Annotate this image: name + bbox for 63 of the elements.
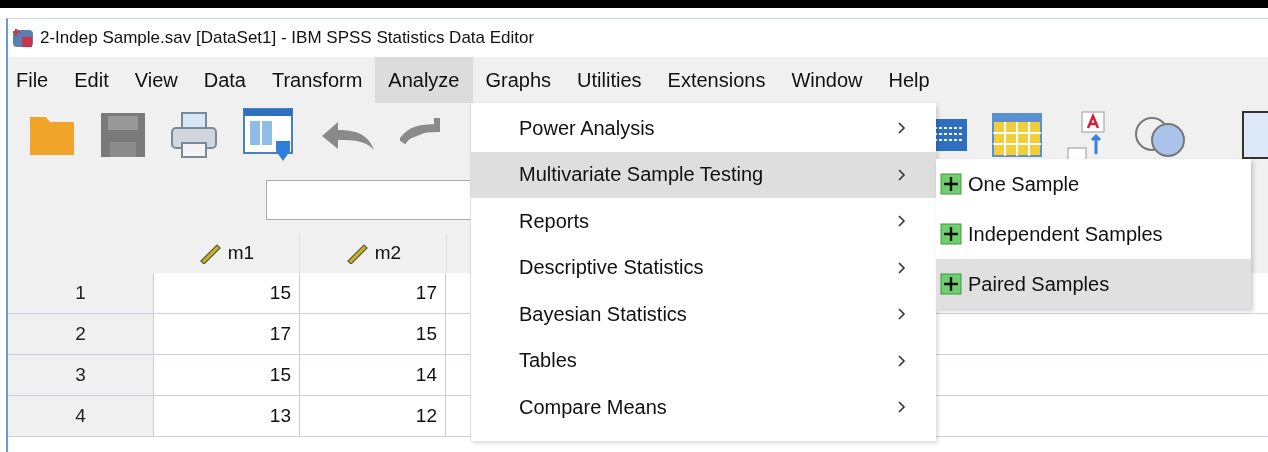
menu-item[interactable]: Window [778, 57, 876, 103]
window-title: 2-Indep Sample.sav [DataSet1] - IBM SPSS Statistics Data Editor [40, 28, 535, 48]
plus-icon [940, 273, 962, 295]
table-cell[interactable]: 14 [300, 355, 446, 395]
menu-item-label: Tables [519, 349, 578, 373]
menu-item-label: Bayesian Statistics [519, 302, 688, 326]
menu-item-label: Power Analysis [519, 116, 656, 140]
menu-item[interactable]: Independent Samples [936, 209, 1251, 259]
menu-item-label: Paired Samples [968, 272, 1110, 296]
table-cell[interactable]: 17 [300, 273, 446, 313]
dialog-icon[interactable] [242, 107, 296, 163]
plus-icon [940, 223, 962, 245]
table-cell[interactable]: 17 [154, 314, 300, 354]
menu-item-label: Reports [519, 209, 591, 233]
table-cell[interactable]: 12 [300, 396, 446, 436]
menu-item[interactable]: Help [875, 57, 943, 103]
table-cell[interactable]: 13 [154, 396, 300, 436]
menu-item-label: Descriptive Statistics [519, 256, 705, 280]
menu-item[interactable]: One Sample [936, 159, 1251, 209]
menu-item[interactable]: Transform [258, 57, 376, 103]
chevron-right-icon [898, 354, 906, 367]
app-icon [12, 27, 34, 49]
chevron-right-icon [898, 168, 906, 181]
column-header[interactable]: m1 [153, 233, 300, 273]
menu-item[interactable]: Analyze [375, 57, 473, 103]
plus-icon [940, 173, 962, 195]
row-number[interactable]: 3 [8, 355, 154, 395]
table-icon[interactable] [992, 113, 1042, 157]
menu-item[interactable]: View [121, 57, 191, 103]
menu-item[interactable]: Bayesian Statistics [471, 291, 936, 338]
row-number[interactable]: 2 [8, 314, 154, 354]
menu-item[interactable]: Data [190, 57, 259, 103]
menu-item[interactable]: Reports [471, 198, 936, 245]
menu-item[interactable]: Extensions [654, 57, 779, 103]
menu-item-label: Compare Means [519, 395, 668, 419]
menu-item[interactable]: File [8, 57, 62, 103]
menu-item[interactable]: Graphs [472, 57, 565, 103]
row-number[interactable]: 1 [8, 273, 154, 313]
chevron-right-icon [898, 401, 906, 414]
chevron-right-icon [898, 308, 906, 321]
table-cell[interactable]: 15 [154, 273, 300, 313]
menu-item[interactable]: Utilities [564, 57, 655, 103]
menu-item-label: Independent Samples [968, 222, 1163, 246]
menu-item[interactable]: Tables [471, 337, 936, 384]
menu-item[interactable]: Compare Means [471, 384, 936, 431]
menu-item-label: Multivariate Sample Testing [519, 163, 765, 187]
menu-item-label: One Sample [968, 172, 1080, 196]
chevron-right-icon [898, 215, 906, 228]
menu-item[interactable]: Edit [61, 57, 122, 103]
table-cell[interactable]: 15 [154, 355, 300, 395]
menu-item[interactable]: Multivariate Sample Testing [471, 151, 936, 198]
row-number[interactable]: 4 [8, 396, 154, 436]
table-cell[interactable]: 15 [300, 314, 446, 354]
menu-item[interactable]: Paired Samples [936, 259, 1251, 309]
save-icon[interactable] [100, 112, 146, 158]
chevron-right-icon [898, 122, 906, 135]
chevron-right-icon [898, 261, 906, 274]
column-header[interactable]: m2 [300, 233, 447, 273]
column-name: m2 [374, 242, 402, 264]
menu-item[interactable]: Descriptive Statistics [471, 244, 936, 291]
toolbar-button[interactable] [1242, 111, 1268, 159]
column-name: m1 [227, 242, 255, 264]
printer-icon[interactable] [170, 111, 218, 159]
